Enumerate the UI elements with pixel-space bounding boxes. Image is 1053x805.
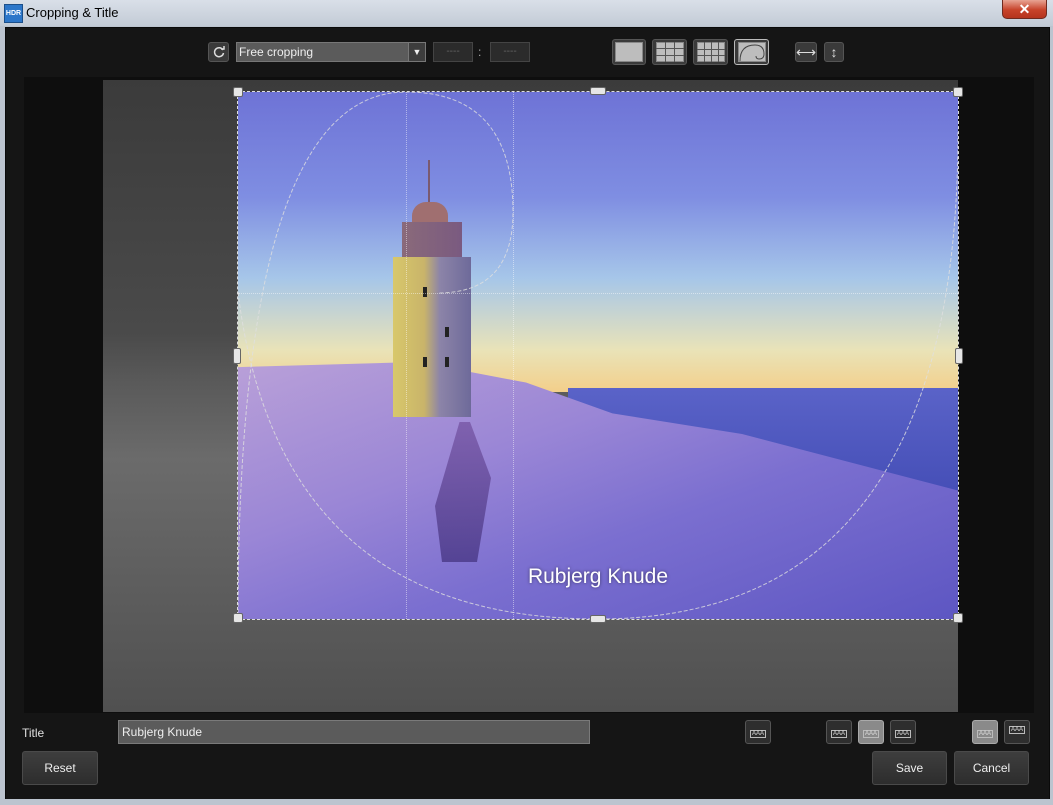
horizontal-arrows-icon: ⟷ (795, 43, 817, 60)
crop-handle-bottom-right[interactable] (953, 613, 963, 623)
grid-quarters-button[interactable] (693, 39, 728, 65)
placement-top-icon: AAA (1008, 726, 1025, 734)
crop-mode-value: Free cropping (239, 45, 314, 59)
window-frame-bottom (0, 799, 1053, 805)
crop-mode-select[interactable]: Free cropping ▼ (236, 42, 426, 62)
ratio-separator: : (478, 45, 482, 59)
title-position-right-button[interactable]: AAA (890, 720, 916, 744)
font-style-icon: AAA (749, 730, 766, 738)
grid-none-button[interactable] (612, 39, 646, 65)
ratio-height-field[interactable]: ---- (490, 42, 530, 62)
crop-handle-bottom[interactable] (590, 615, 606, 623)
flip-horizontal-button[interactable]: ⟷ (795, 42, 817, 62)
title-top-placement-button[interactable]: AAA (1004, 720, 1030, 744)
image-title-overlay: Rubjerg Knude (527, 565, 669, 588)
title-label: Title (22, 726, 45, 740)
grid-thirds-button[interactable] (652, 39, 687, 65)
crop-region[interactable]: Rubjerg Knude (237, 91, 959, 620)
golden-spiral-overlay (238, 92, 958, 619)
crop-handle-top[interactable] (590, 87, 606, 95)
chevron-down-icon[interactable]: ▼ (408, 43, 425, 61)
position-right-icon: AAA (894, 730, 911, 738)
ratio-width-field[interactable]: ---- (433, 42, 473, 62)
crop-handle-top-left[interactable] (233, 87, 243, 97)
position-center-icon: AAA (862, 730, 879, 738)
title-position-center-button[interactable]: AAA (858, 720, 884, 744)
thirds-grid-icon (655, 42, 684, 62)
reset-button[interactable]: Reset (22, 751, 98, 785)
crop-handle-top-right[interactable] (953, 87, 963, 97)
golden-spiral-icon (737, 42, 766, 62)
placement-bottom-icon: AAA (976, 730, 993, 738)
flip-vertical-button[interactable]: ↕ (824, 42, 844, 62)
title-input[interactable] (118, 720, 590, 744)
quarters-grid-icon (696, 42, 725, 62)
save-button[interactable]: Save (872, 751, 947, 785)
crop-handle-left[interactable] (233, 348, 241, 364)
cancel-button[interactable]: Cancel (954, 751, 1029, 785)
title-bar: HDR Cropping & Title ✕ (0, 0, 1053, 26)
vertical-arrows-icon: ↕ (830, 44, 838, 60)
rotate-button[interactable] (208, 42, 229, 62)
golden-spiral-button[interactable] (734, 39, 769, 65)
position-left-icon: AAA (830, 730, 847, 738)
close-button[interactable]: ✕ (1002, 0, 1047, 19)
rotate-icon (213, 46, 225, 58)
title-font-button[interactable]: AAA (745, 720, 771, 744)
no-grid-icon (615, 42, 643, 62)
app-icon: HDR (4, 4, 23, 23)
crop-handle-right[interactable] (955, 348, 963, 364)
window-title: Cropping & Title (26, 5, 119, 20)
title-position-left-button[interactable]: AAA (826, 720, 852, 744)
crop-handle-bottom-left[interactable] (233, 613, 243, 623)
title-bottom-placement-button[interactable]: AAA (972, 720, 998, 744)
